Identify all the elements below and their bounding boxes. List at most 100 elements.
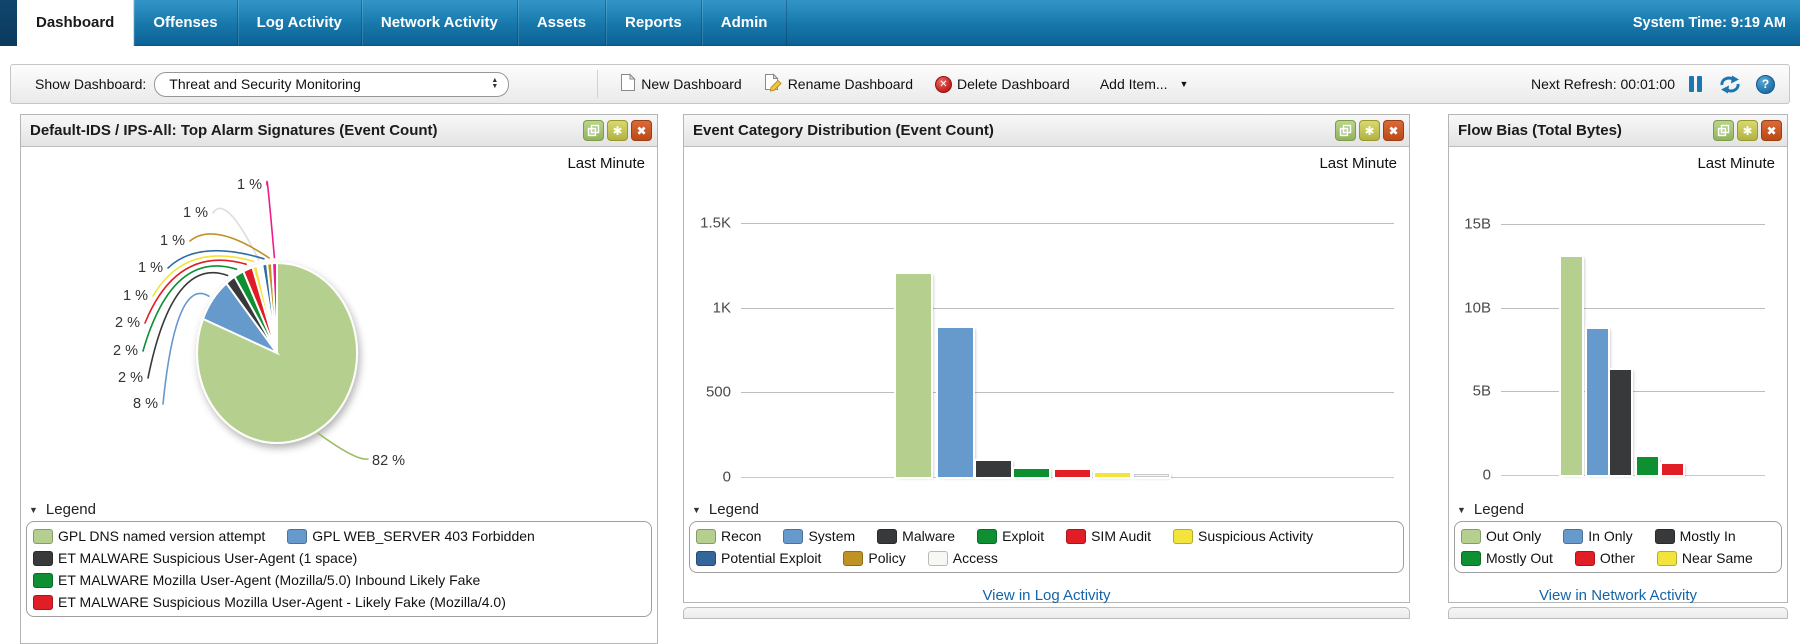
legend-swatch (33, 528, 53, 544)
legend-item-mostly-out: Mostly Out (1461, 550, 1553, 566)
gridline (741, 223, 1394, 224)
legend-toggle[interactable]: ▼ Legend (1457, 501, 1524, 518)
duplicate-icon[interactable] (583, 120, 604, 141)
legend-item-label: Malware (902, 528, 956, 544)
pie-percent-label: 2 % (113, 343, 138, 359)
bar-access (1134, 474, 1169, 477)
bar-mostly-out (1637, 457, 1658, 475)
legend-swatch (927, 550, 948, 566)
legend-item-label: Mostly In (1679, 528, 1736, 544)
view-in-log-activity-link[interactable]: View in Log Activity (684, 587, 1409, 604)
legend-toggle[interactable]: ▼ Legend (29, 501, 96, 518)
legend-title: Legend (708, 501, 759, 518)
settings-gear-icon[interactable]: ✱ (1359, 120, 1380, 141)
pie-percent-label: 82 % (372, 453, 406, 469)
tab-network-activity[interactable]: Network Activity (362, 0, 518, 46)
legend-item-label: SIM Audit (1091, 528, 1152, 544)
rename-dashboard-button[interactable]: Rename Dashboard (764, 73, 913, 95)
gridline (1501, 224, 1765, 225)
legend-item-label: Access (952, 550, 998, 566)
legend-item-et-malware-suspicious-user-agent-1-space: ET MALWARE Suspicious User-Agent (1 spac… (33, 550, 357, 566)
legend-swatch (1461, 528, 1481, 544)
tab-log-activity[interactable]: Log Activity (238, 0, 362, 46)
timerange-label: Last Minute (1697, 155, 1775, 172)
legend-item-label: Policy (868, 550, 906, 566)
legend-item-exploit: Exploit (977, 528, 1044, 544)
legend-item-label: Other (1599, 550, 1635, 566)
pie-percent-label: 1 % (183, 205, 208, 221)
legend-title: Legend (45, 501, 96, 518)
legend-toggle[interactable]: ▼ Legend (692, 501, 759, 518)
pie-percent-label: 2 % (115, 315, 140, 331)
tab-assets[interactable]: Assets (518, 0, 607, 46)
pie-percent-label: 2 % (118, 370, 143, 386)
panel-body: Last Minute 1.5K 1K 500 0 ▼ Legend Recon Sys… (684, 147, 1409, 604)
delete-dashboard-button[interactable]: ✕ Delete Dashboard (934, 75, 1070, 93)
legend-swatch (33, 594, 53, 610)
legend-item-sim-audit: SIM Audit (1066, 528, 1151, 544)
view-in-network-activity-link[interactable]: View in Network Activity (1449, 587, 1787, 604)
legend-item-label: Near Same (1681, 550, 1753, 566)
legend-item-in-only: In Only (1563, 528, 1633, 544)
pie-percent-label: 1 % (160, 233, 185, 249)
select-arrow-down-icon: ▼ (491, 83, 499, 90)
legend-item-label: Mostly Out (1486, 550, 1553, 566)
legend-item-system: System (783, 528, 855, 544)
close-icon[interactable]: ✖ (1383, 120, 1404, 141)
legend-title: Legend (1473, 501, 1524, 518)
settings-gear-icon[interactable]: ✱ (607, 120, 628, 141)
duplicate-icon[interactable] (1335, 120, 1356, 141)
y-axis-tick-label: 15B (1464, 215, 1491, 233)
tab-reports[interactable]: Reports (606, 0, 702, 46)
legend-row: ET MALWARE Suspicious User-Agent (1 spac… (33, 547, 645, 569)
help-button[interactable]: ? (1756, 74, 1775, 94)
dashboard-select[interactable]: Threat and Security Monitoring ▲ ▼ (154, 71, 510, 97)
panel-title: Flow Bias (Total Bytes) (1458, 122, 1622, 139)
legend-box: Recon System Malware Exploit SIM Audit Suspic… (689, 521, 1404, 573)
gridline (1501, 475, 1765, 476)
refresh-button[interactable] (1718, 75, 1742, 94)
legend-row: Out Only In Only Mostly In (1461, 525, 1775, 547)
legend-collapse-icon: ▼ (1457, 504, 1466, 515)
pie-percent-label: 1 % (138, 260, 163, 276)
gridline (1501, 391, 1765, 392)
select-arrows-icon: ▲ ▼ (491, 77, 499, 90)
legend-swatch (1563, 528, 1584, 544)
caret-down-icon: ▼ (1179, 79, 1189, 89)
new-dashboard-button[interactable]: New Dashboard (620, 73, 742, 95)
close-icon[interactable]: ✖ (1761, 120, 1782, 141)
pause-refresh-button[interactable] (1689, 76, 1702, 92)
panel-title: Default-IDS / IPS-All: Top Alarm Signatu… (30, 122, 438, 139)
leader-line (266, 180, 276, 259)
add-item-button[interactable]: Add Item... ▼ (1100, 76, 1189, 92)
legend-item-label: In Only (1588, 528, 1633, 544)
legend-item-near-same: Near Same (1656, 550, 1753, 566)
timerange-label: Last Minute (1319, 155, 1397, 172)
legend-row: GPL DNS named version attempt GPL WEB_SER… (33, 525, 645, 547)
settings-gear-icon[interactable]: ✱ (1737, 120, 1758, 141)
panel-header-icons: ✱ ✖ (1713, 120, 1782, 141)
tab-dashboard[interactable]: Dashboard (17, 0, 135, 46)
tab-offenses[interactable]: Offenses (134, 0, 238, 46)
bar-exploit (1014, 469, 1049, 477)
y-axis-tick-label: 0 (722, 468, 731, 486)
gridline (741, 477, 1394, 478)
tab-admin[interactable]: Admin (702, 0, 788, 46)
bar-malware (976, 461, 1011, 477)
legend-item-label: Potential Exploit (721, 550, 822, 566)
legend-item-malware: Malware (877, 528, 955, 544)
new-dashboard-icon (620, 73, 637, 95)
panel-body: Last Minute ▼ Legend GPL DNS named versi… (21, 147, 657, 643)
legend-row: ET MALWARE Mozilla User-Agent (Mozilla/5… (33, 569, 645, 591)
close-icon[interactable]: ✖ (631, 120, 652, 141)
legend-swatch (696, 528, 716, 544)
legend-row: Potential Exploit Policy Access (696, 547, 1397, 569)
gridline (1501, 308, 1765, 309)
legend-item-et-malware-suspicious-mozilla-user-agent-likely-fake-mozilla-4-0: ET MALWARE Suspicious Mozilla User-Agent… (33, 594, 506, 610)
duplicate-icon[interactable] (1713, 120, 1734, 141)
legend-swatch (977, 528, 998, 544)
bar-other (1662, 464, 1683, 475)
partial-panel-header (1448, 607, 1788, 619)
panel-event-category-distribution: Event Category Distribution (Event Count… (683, 114, 1410, 604)
panel-header-icons: ✱ ✖ (1335, 120, 1404, 141)
